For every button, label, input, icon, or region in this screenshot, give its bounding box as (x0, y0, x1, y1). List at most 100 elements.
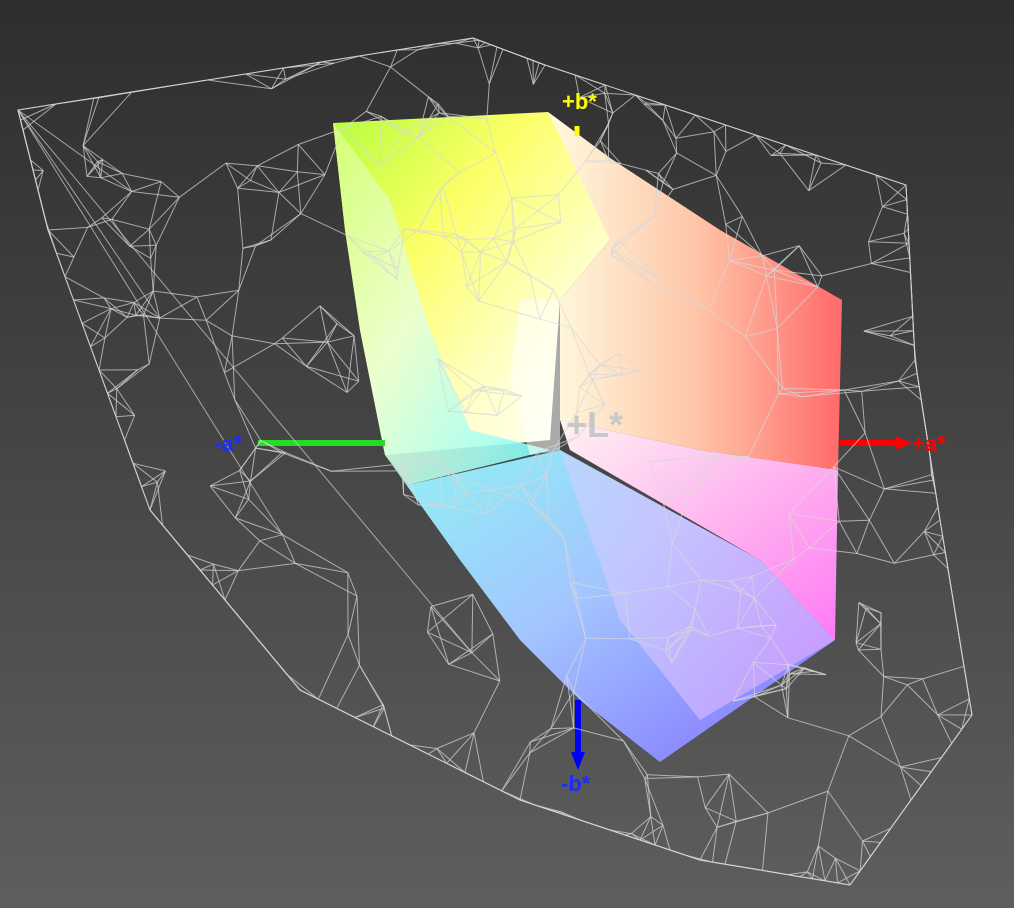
wireframe-edge (818, 845, 836, 859)
wireframe-edge (806, 845, 819, 873)
wireframe-edge (116, 388, 136, 416)
wireframe-edge (336, 665, 360, 709)
axis-plus-a-arrow (895, 436, 912, 450)
wireframe-edge (150, 258, 154, 292)
wireframe-edge (855, 642, 859, 651)
wireframe-edge (237, 165, 258, 189)
wireframe-edge (111, 191, 133, 220)
wireframe-edge (827, 790, 863, 842)
wireframe-edge (317, 634, 349, 700)
wireframe-edge (131, 79, 208, 93)
wireframe-edge (141, 481, 158, 488)
wireframe-edge (365, 66, 391, 112)
wireframe-edge (390, 66, 429, 98)
wireframe-edge (282, 337, 328, 343)
wireframe-edge (821, 263, 872, 277)
wireframe-edge (270, 213, 302, 241)
wireframe-edge (98, 369, 108, 394)
wireframe-edge (658, 152, 678, 174)
wireframe-edge (725, 134, 756, 152)
wireframe-edge (207, 73, 246, 81)
wireframe-edge (662, 825, 671, 851)
wireframe-edge (397, 43, 436, 51)
wireframe-edge (64, 276, 105, 299)
wireframe-edge (149, 481, 158, 511)
wireframe-edge (697, 776, 706, 808)
wireframe-edge (880, 684, 908, 717)
wireframe-edge (664, 104, 677, 139)
wireframe-edge (471, 633, 494, 654)
wireframe-edge (64, 256, 75, 277)
wireframe-edge (281, 305, 321, 339)
wireframe-edge (868, 520, 895, 564)
wireframe-edge (848, 716, 882, 737)
wireframe-edge (728, 773, 769, 814)
wireframe-edge (862, 840, 881, 843)
wireframe-edge (131, 181, 162, 192)
wireframe-edge (544, 64, 576, 76)
wireframe-edge (300, 174, 326, 214)
wireframe-edge (196, 296, 207, 321)
wireframe-edge (725, 215, 743, 225)
wireframe-edge (327, 341, 360, 382)
wireframe-edge (149, 470, 166, 511)
wireframe-edge (446, 732, 475, 764)
wireframe-edge (390, 49, 418, 68)
axis-minus-b-arrow (571, 752, 585, 770)
wireframe-edge (232, 335, 275, 345)
wireframe-edge (662, 104, 666, 121)
wireframe-edge (947, 568, 954, 602)
wireframe-edge (787, 717, 849, 737)
wireframe-edge (116, 363, 150, 389)
wireframe-edge (354, 704, 384, 718)
wireframe-edge (224, 343, 275, 374)
wireframe-edge (868, 232, 905, 243)
wireframe-edge (331, 463, 404, 472)
wireframe-edge (461, 251, 481, 253)
wireframe-edge (81, 323, 91, 347)
wireframe-edge (245, 67, 284, 75)
wireframe-edge (306, 365, 348, 393)
wireframe-edge (73, 227, 89, 258)
wireframe-edge (141, 486, 151, 511)
wireframe-edge (436, 732, 475, 749)
wireframe-edge (101, 191, 133, 219)
wireframe-edge (17, 109, 283, 535)
wireframe-edge (162, 524, 188, 556)
wireframe-edge (574, 74, 606, 86)
wireframe-edge (550, 727, 574, 730)
wireframe-edge (910, 771, 932, 801)
wireframe-edge (767, 790, 829, 814)
wireframe-edge (237, 188, 244, 249)
wireframe-edge (882, 206, 908, 215)
wireframe-edge (599, 112, 614, 141)
wireframe-edge (817, 275, 823, 288)
wireframe-edge (179, 162, 227, 198)
wireframe-edge (848, 735, 901, 768)
wireframe-edge (319, 305, 338, 324)
wireframe-edge (428, 96, 439, 105)
wireframe-edge (259, 534, 283, 542)
wireframe-edge (672, 174, 717, 190)
wireframe-edge (270, 192, 280, 241)
wireframe-edge (827, 735, 850, 792)
wireframe-edge (812, 845, 819, 879)
axis-label-plus-b: +b* (562, 89, 597, 114)
wireframe-edge (448, 633, 494, 665)
wireframe-edge (359, 55, 391, 68)
wireframe-edge (278, 174, 326, 193)
wireframe-edge (448, 652, 473, 665)
wireframe-edge (124, 439, 142, 487)
wireframe-edge (900, 799, 912, 815)
wireframe-edge (297, 144, 326, 175)
wireframe-edge (817, 791, 829, 847)
wireframe-edge (968, 698, 973, 716)
wireframe-edge (124, 415, 136, 441)
wireframe-edge (501, 741, 531, 792)
wireframe-edge (716, 820, 737, 828)
wireframe-edge (532, 62, 540, 85)
wireframe-edge (213, 563, 239, 572)
wireframe-edge (356, 596, 360, 666)
wireframe-edge (209, 469, 240, 487)
wireframe-edge (880, 649, 885, 677)
